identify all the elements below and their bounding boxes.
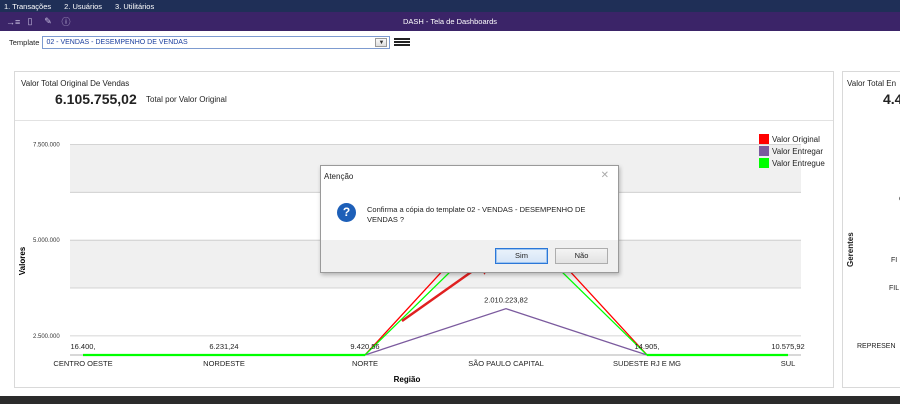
series-line[interactable] <box>83 308 788 356</box>
template-toolbar: Template 02 - VENDAS - DESEMPENHO DE VEN… <box>0 31 900 53</box>
y-tick-label: 2.500.000 <box>33 334 60 340</box>
x-tick-label: SUDESTE RJ E MG <box>613 359 681 368</box>
y-tick-label: 5.000.000 <box>33 238 60 244</box>
template-select-value: 02 - VENDAS - DESEMPENHO DE VENDAS <box>46 38 188 46</box>
category-label: REPRESEN <box>857 343 896 350</box>
data-label: 9.420,56 <box>350 342 379 351</box>
category-label: FI <box>891 257 898 264</box>
legend-swatch <box>759 158 769 168</box>
chart-legend: Valor Original Valor Entregar Valor Entr… <box>759 133 825 169</box>
data-label: 10.575,92 <box>771 342 804 351</box>
window-title: DASH - Tela de Dashboards <box>402 17 498 26</box>
hamburger-menu-icon[interactable] <box>394 38 411 46</box>
yes-button[interactable]: Sim <box>495 248 548 264</box>
panel-title: Valor Total Original De Vendas <box>21 79 130 88</box>
data-label: 14.905, <box>634 342 659 351</box>
no-button[interactable]: Não <box>555 248 608 264</box>
managers-chart-panel: Valor Total En 4.4 Gerentes C FI FIL REP… <box>842 71 900 388</box>
template-select[interactable]: 02 - VENDAS - DESEMPENHO DE VENDAS ▼ <box>42 35 391 49</box>
dialog-title: Atenção <box>324 172 354 181</box>
x-tick-label: NORTE <box>352 359 378 368</box>
x-axis-label: Região <box>394 375 421 384</box>
data-label: 6.231,24 <box>209 342 238 351</box>
status-bar <box>0 396 900 404</box>
dialog-message: Confirma a cópia do template 02 - VENDAS… <box>367 205 586 224</box>
legend-item[interactable]: Valor Entregar <box>759 145 825 157</box>
question-icon: ? <box>337 203 356 222</box>
database-icon[interactable]: ▯ <box>24 16 36 27</box>
confirm-dialog: Atenção ✕ ? Confirma a cópia do template… <box>320 165 619 273</box>
menu-item-transacoes[interactable]: 1. Transações <box>4 2 51 11</box>
data-label: 16.400, <box>70 342 95 351</box>
panel-total-value: 4.4 <box>883 91 900 107</box>
legend-label: Valor Entregue <box>772 158 825 168</box>
y-axis-label: Gerentes <box>846 232 855 267</box>
x-tick-label: CENTRO OESTE <box>53 359 112 368</box>
legend-label: Valor Original <box>772 134 820 144</box>
x-tick-label: NORDESTE <box>203 359 245 368</box>
x-tick-label: SUL <box>781 359 796 368</box>
x-tick-label: SÃO PAULO CAPITAL <box>468 359 544 368</box>
menu-collapse-icon[interactable]: →≡ <box>6 17 20 27</box>
legend-item[interactable]: Valor Entregue <box>759 157 825 169</box>
y-tick-label: 7.500.000 <box>33 142 60 148</box>
legend-label: Valor Entregar <box>772 146 823 156</box>
legend-swatch <box>759 134 769 144</box>
info-icon[interactable]: ⓘ <box>60 15 72 28</box>
menu-item-usuarios[interactable]: 2. Usuários <box>64 2 102 11</box>
category-label: FIL <box>889 285 900 292</box>
data-label: 2.010.223,82 <box>484 296 528 305</box>
template-label: Template <box>9 37 40 47</box>
menu-bar: 1. Transações 2. Usuários 3. Utilitários <box>0 0 900 12</box>
panel-title: Valor Total En <box>847 79 897 88</box>
legend-swatch <box>759 146 769 156</box>
legend-item[interactable]: Valor Original <box>759 133 825 145</box>
chevron-down-icon[interactable]: ▼ <box>375 37 388 47</box>
y-axis-label: Valores <box>18 246 27 275</box>
window-title-bar: →≡ ▯ ✎ ⓘ DASH - Tela de Dashboards <box>0 12 900 31</box>
wrench-icon[interactable]: ✎ <box>42 16 54 27</box>
panel-subtitle: Total por Valor Original <box>146 95 227 104</box>
close-icon[interactable]: ✕ <box>601 170 609 181</box>
menu-item-utilitarios[interactable]: 3. Utilitários <box>115 2 154 11</box>
panel-total-value: 6.105.755,02 <box>55 91 137 107</box>
